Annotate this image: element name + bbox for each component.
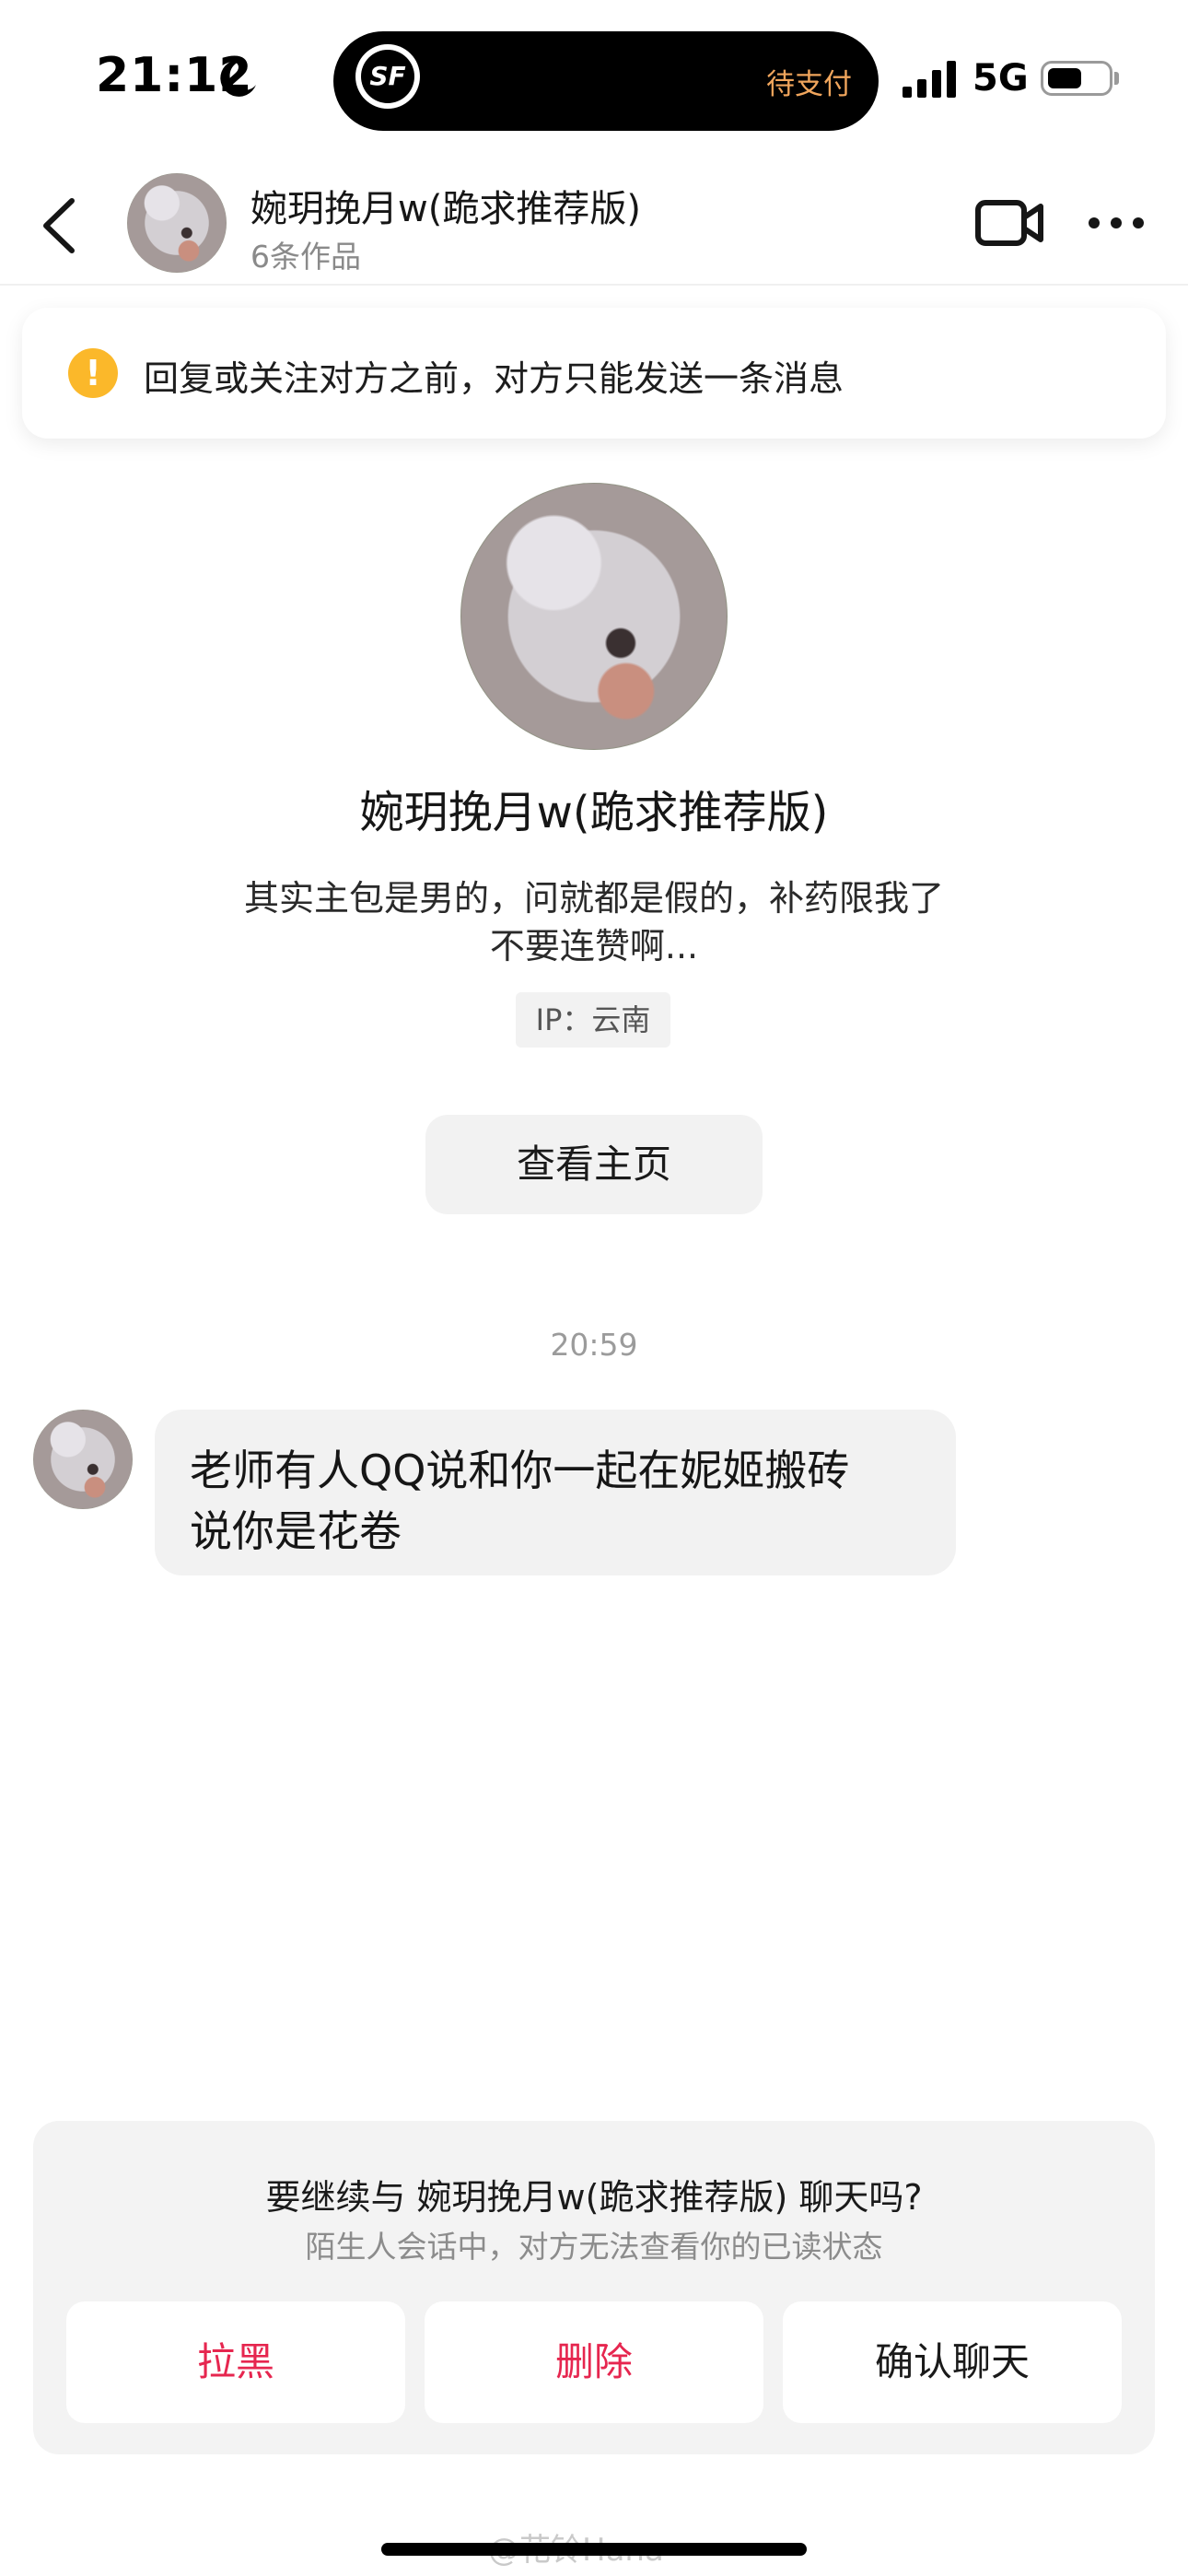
battery-tip (1114, 72, 1119, 85)
moon-icon (220, 59, 256, 97)
ip-location-badge: IP：云南 (516, 992, 670, 1048)
header-avatar[interactable] (127, 173, 227, 273)
header-divider (0, 284, 1188, 286)
message-sender-avatar[interactable] (33, 1410, 133, 1509)
notice-text: 回复或关注对方之前，对方只能发送一条消息 (144, 358, 844, 399)
confirm-chat-button[interactable]: 确认聊天 (783, 2301, 1122, 2423)
signal-icon (903, 61, 956, 98)
pending-payment-text: 待支付 (766, 68, 852, 101)
panel-question: 要继续与 婉玥挽月w(跪求推荐版) 聊天吗? (265, 2177, 923, 2218)
battery-icon (1041, 61, 1112, 96)
header-username[interactable]: 婉玥挽月w(跪求推荐版) (250, 179, 641, 232)
profile-name: 婉玥挽月w(跪求推荐版) (359, 787, 829, 838)
back-icon[interactable] (33, 193, 88, 258)
video-call-icon[interactable] (974, 197, 1044, 249)
chat-timestamp: 20:59 (550, 1327, 638, 1363)
block-button[interactable]: 拉黑 (66, 2301, 405, 2423)
profile-bio-line-1: 其实主包是男的，问就都是假的，补药限我了 (243, 878, 944, 919)
sf-logo-text: SF (361, 50, 414, 103)
profile-avatar[interactable] (460, 483, 728, 750)
sf-express-logo: SF (355, 44, 420, 109)
message-text-line-1: 老师有人QQ说和你一起在妮姬搬砖 (190, 1446, 850, 1495)
profile-bio-line-2: 不要连赞啊... (489, 926, 699, 966)
delete-button[interactable]: 删除 (425, 2301, 763, 2423)
more-options-icon[interactable] (1087, 210, 1146, 236)
view-homepage-button[interactable]: 查看主页 (425, 1115, 763, 1214)
network-type: 5G (973, 57, 1029, 100)
panel-subtitle: 陌生人会话中，对方无法查看你的已读状态 (305, 2229, 883, 2265)
home-indicator[interactable] (381, 2543, 807, 2556)
message-text-line-2: 说你是花卷 (190, 1506, 402, 1556)
header-works-count: 6条作品 (250, 239, 361, 275)
warning-icon: ! (68, 348, 118, 398)
